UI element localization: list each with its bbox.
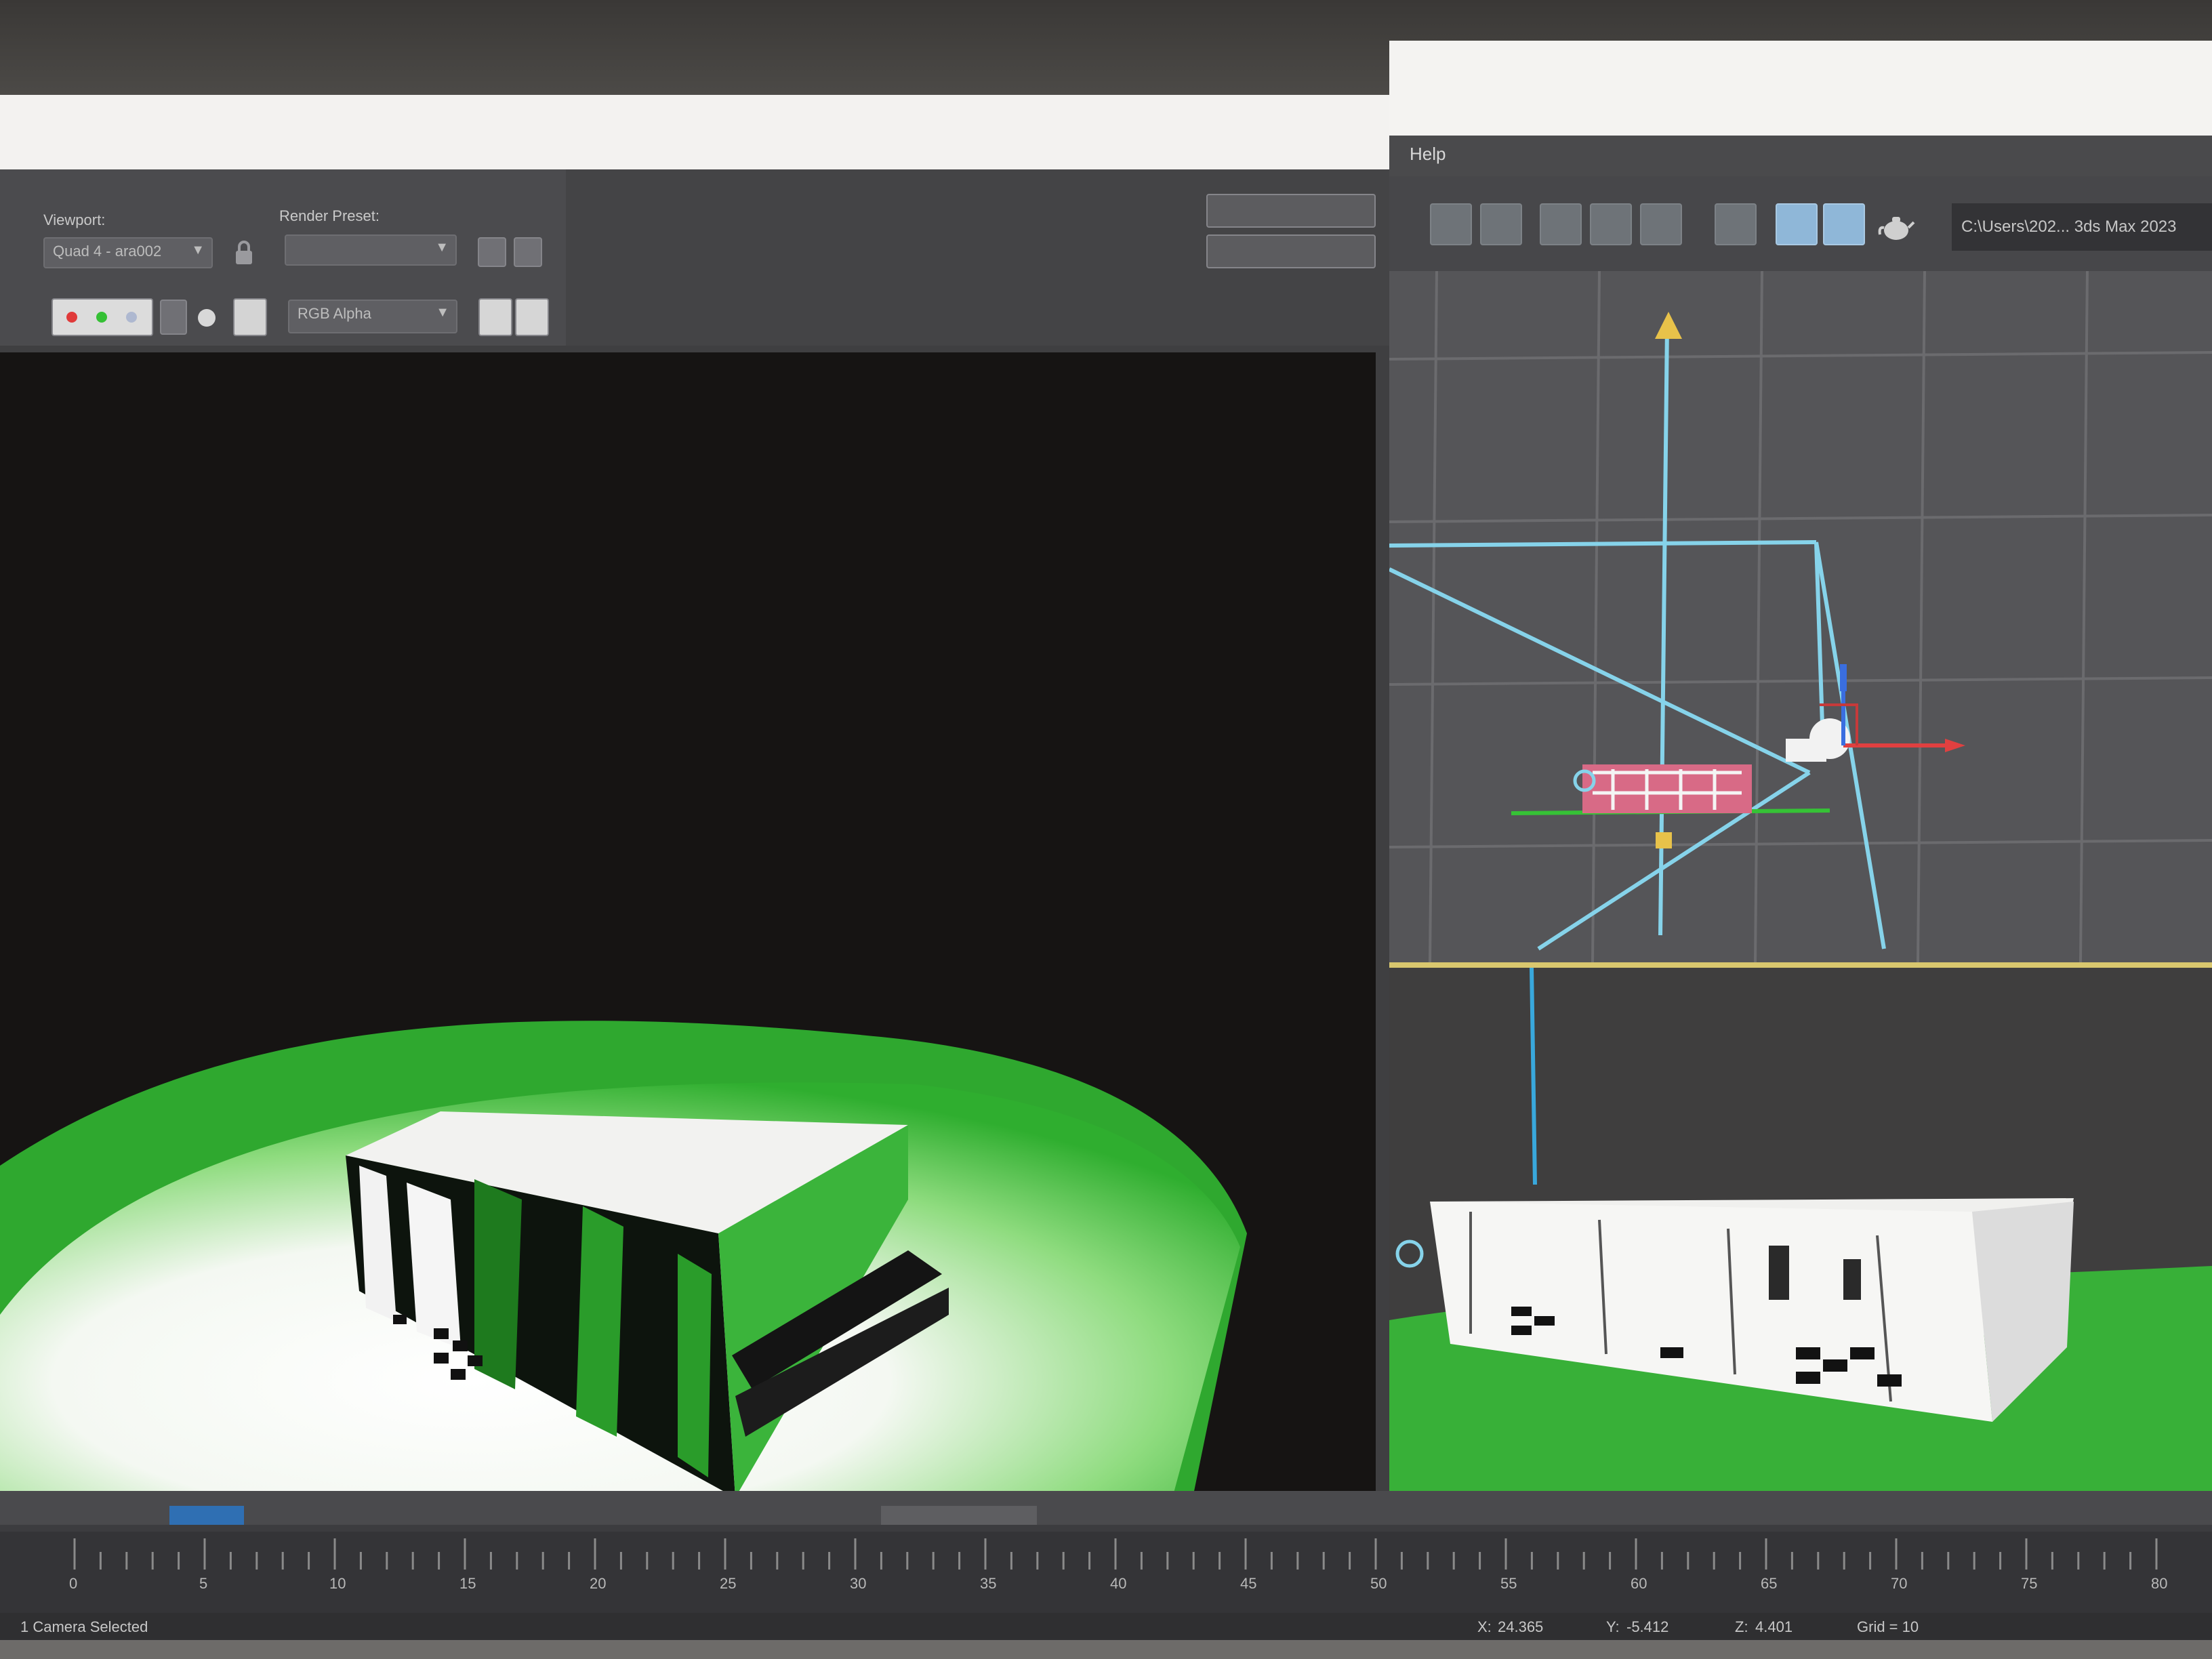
chevron-down-icon: ▼ <box>191 243 205 258</box>
toolbar-button[interactable] <box>1430 203 1472 245</box>
channel-dropdown[interactable]: RGB Alpha ▼ <box>288 300 457 333</box>
color-swatch-button[interactable] <box>233 298 267 336</box>
timeline-tick-label: 75 <box>2021 1575 2038 1592</box>
menu-row: Help <box>1389 136 2212 176</box>
toolbar-button[interactable] <box>1715 203 1757 245</box>
status-bar: 1 Camera Selected X: 24.365 Y: -5.412 Z:… <box>0 1613 2212 1640</box>
clone-frame-button[interactable] <box>478 298 512 336</box>
project-path-field[interactable]: C:\Users\202... 3ds Max 2023 <box>1952 203 2212 251</box>
blue-dot-icon <box>126 312 137 323</box>
teapot-icon[interactable] <box>1877 207 1915 245</box>
y-label: Y: <box>1606 1618 1620 1635</box>
perspective-viewport-canvas <box>1389 968 2212 1537</box>
render-button[interactable] <box>1206 194 1376 228</box>
alpha-toggle-button[interactable] <box>160 300 187 335</box>
camera-frustum <box>1389 325 1886 951</box>
render-mode-dropdown[interactable] <box>1206 234 1376 268</box>
front-viewport-canvas <box>1389 271 2212 962</box>
toolbar-button[interactable] <box>1480 203 1522 245</box>
track-bar[interactable] <box>0 1491 2212 1525</box>
render-toolbar: Viewport: Quad 4 - ara002 ▼ Render Prese… <box>0 95 1396 346</box>
align-button[interactable] <box>1640 203 1682 245</box>
viewport-dropdown[interactable]: Quad 4 - ara002 ▼ <box>43 237 213 268</box>
menu-help-label[interactable]: Help <box>1410 144 1446 165</box>
timeline-tick-label: 10 <box>329 1575 346 1592</box>
print-button[interactable] <box>515 298 549 336</box>
green-dot-icon <box>96 312 107 323</box>
timeline-tick-label: 5 <box>199 1575 208 1592</box>
ruler-ticks <box>73 1538 2158 1570</box>
channel-toggle-group[interactable] <box>52 298 153 336</box>
timeline-tick-label: 50 <box>1370 1575 1387 1592</box>
timeline-tick-label: 60 <box>1631 1575 1647 1592</box>
timeline-tick-label: 80 <box>2151 1575 2168 1592</box>
main-toolbar: C:\Users\202... 3ds Max 2023 <box>1389 176 2212 271</box>
camera-icon <box>1786 718 1850 762</box>
x-label: X: <box>1477 1618 1492 1635</box>
x-coordinate-field[interactable]: 24.365 <box>1498 1618 1543 1636</box>
timeline-tick-label: 0 <box>69 1575 78 1592</box>
z-coordinate-field[interactable]: 4.401 <box>1755 1618 1793 1636</box>
preset-open-button[interactable] <box>478 237 506 267</box>
timeline-ruler[interactable]: 0 5 10 15 20 25 30 35 40 45 50 55 60 65 70 75 80 <box>0 1532 2212 1613</box>
y-coordinate-field[interactable]: -5.412 <box>1626 1618 1668 1636</box>
chevron-down-icon: ▼ <box>436 305 449 320</box>
render-frame-window: Viewport: Quad 4 - ara002 ▼ Render Prese… <box>0 95 1396 1498</box>
perspective-viewport[interactable] <box>1389 968 2212 1537</box>
timeline-tick-label: 25 <box>720 1575 737 1592</box>
toolbar-button-active[interactable] <box>1823 203 1865 245</box>
render-preset-dropdown[interactable]: ▼ <box>285 234 457 266</box>
target-icon <box>1655 312 1682 339</box>
toolbar-button[interactable] <box>1540 203 1582 245</box>
timeline-tick-label: 15 <box>459 1575 476 1592</box>
grid-status: Grid = 10 <box>1857 1618 1919 1635</box>
timeline-tick-label: 20 <box>590 1575 607 1592</box>
render-scene <box>0 352 1376 1498</box>
toolbar-button[interactable] <box>1590 203 1632 245</box>
timeline-tick-label: 30 <box>850 1575 867 1592</box>
viewport-value: Quad 4 - ara002 <box>53 243 162 260</box>
timeline-tick-label: 40 <box>1110 1575 1127 1592</box>
toolbar-button-active[interactable] <box>1776 203 1818 245</box>
timeline-tick-label: 45 <box>1240 1575 1257 1592</box>
time-slider-thumb[interactable] <box>169 1506 244 1525</box>
z-label: Z: <box>1735 1618 1748 1635</box>
render-preset-label: Render Preset: <box>279 207 380 224</box>
mono-toggle-icon[interactable] <box>198 309 216 327</box>
lock-icon[interactable] <box>234 240 254 267</box>
preset-save-button[interactable] <box>514 237 542 267</box>
time-slider-area: 0 5 10 15 20 25 30 35 40 45 50 55 60 65 70 75 80 <box>0 1491 2212 1626</box>
selection-status: 1 Camera Selected <box>20 1618 148 1635</box>
red-dot-icon <box>66 312 77 323</box>
max-main-window: Help Help C:\Users\202... 3ds Max 2023 <box>1389 41 2212 1537</box>
transform-gizmo <box>1820 664 1965 752</box>
channel-value: RGB Alpha <box>298 305 371 322</box>
timeline-tick-label: 70 <box>1891 1575 1908 1592</box>
timeline-tick-label: 55 <box>1500 1575 1517 1592</box>
rendered-image <box>0 352 1376 1498</box>
chevron-down-icon: ▼ <box>435 240 449 255</box>
front-viewport[interactable] <box>1389 271 2212 968</box>
window-titlebar <box>0 95 1396 169</box>
timeline-tick-label: 65 <box>1761 1575 1778 1592</box>
viewport-label: Viewport: <box>43 211 106 228</box>
screen-glare <box>1389 41 2212 136</box>
track-segment <box>881 1506 1037 1525</box>
timeline-tick-label: 35 <box>980 1575 997 1592</box>
